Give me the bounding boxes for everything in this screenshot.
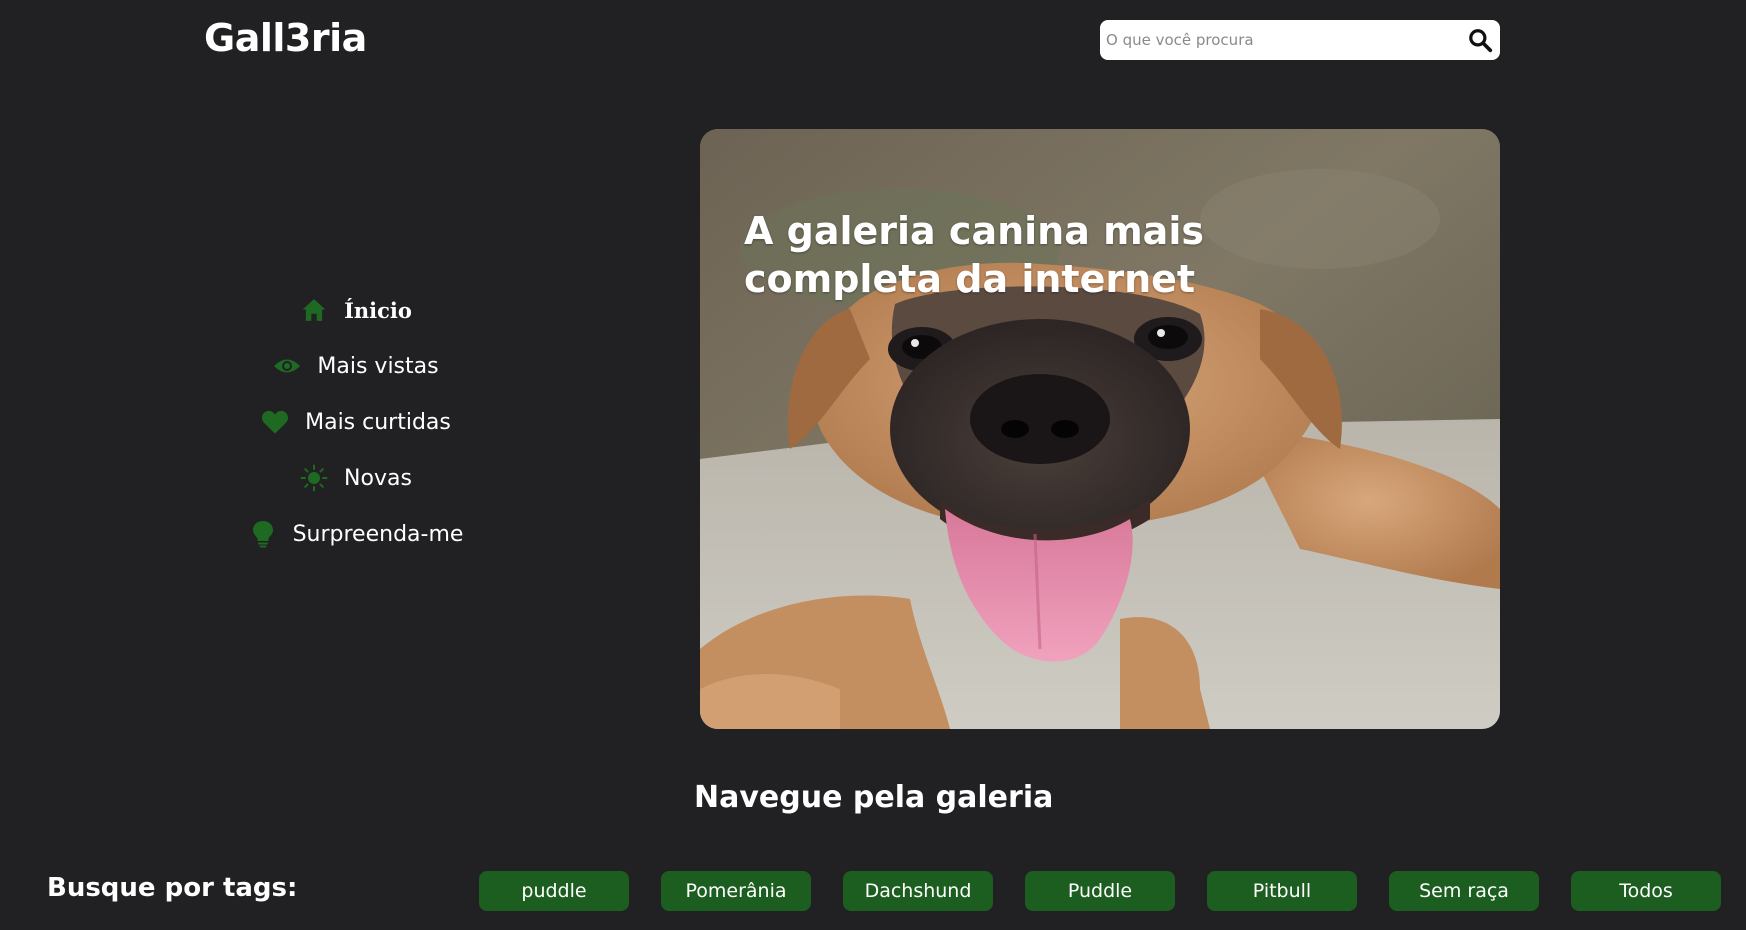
home-icon (300, 296, 328, 324)
sidebar-item-label: Ínicio (344, 297, 412, 323)
tags-label: Busque por tags: (47, 873, 298, 903)
search-input[interactable] (1100, 20, 1460, 60)
sidebar-item-label: Novas (344, 465, 412, 491)
sidebar-item-mais-vistas[interactable]: Mais vistas (200, 338, 512, 394)
tag-button-dachshund[interactable]: Dachshund (843, 871, 993, 911)
tag-button-puddle-alt[interactable]: Puddle (1025, 871, 1175, 911)
tag-button-puddle[interactable]: puddle (479, 871, 629, 911)
sidebar-item-novas[interactable]: Novas (200, 450, 512, 506)
search-icon (1469, 29, 1493, 53)
lightbulb-icon (249, 520, 277, 548)
tag-button-pitbull[interactable]: Pitbull (1207, 871, 1357, 911)
sun-icon (300, 464, 328, 492)
site-logo[interactable]: Gall3ria (204, 12, 367, 64)
sidebar-item-mais-curtidas[interactable]: Mais curtidas (200, 394, 512, 450)
heart-icon (261, 408, 289, 436)
sidebar-item-inicio[interactable]: Ínicio (200, 282, 512, 338)
sidebar-item-label: Mais curtidas (305, 409, 451, 435)
tag-button-sem-raca[interactable]: Sem raça (1389, 871, 1539, 911)
sidebar-nav: Ínicio Mais vistas Mais curtidas Novas S… (200, 282, 512, 562)
tag-list: puddle Pomerânia Dachshund Puddle Pitbul… (479, 871, 1721, 911)
hero-banner: A galeria canina mais completa da intern… (700, 129, 1500, 729)
search-button[interactable] (1460, 20, 1500, 60)
tag-button-pomerania[interactable]: Pomerânia (661, 871, 811, 911)
search-bar (1100, 20, 1500, 60)
sidebar-item-label: Surpreenda-me (292, 521, 464, 547)
eye-icon (273, 352, 301, 380)
sidebar-item-label: Mais vistas (317, 353, 439, 379)
gallery-section-title: Navegue pela galeria (694, 780, 1054, 815)
tag-button-todos[interactable]: Todos (1571, 871, 1721, 911)
sidebar-item-surpreenda-me[interactable]: Surpreenda-me (200, 506, 512, 562)
hero-title: A galeria canina mais completa da intern… (744, 209, 1204, 301)
